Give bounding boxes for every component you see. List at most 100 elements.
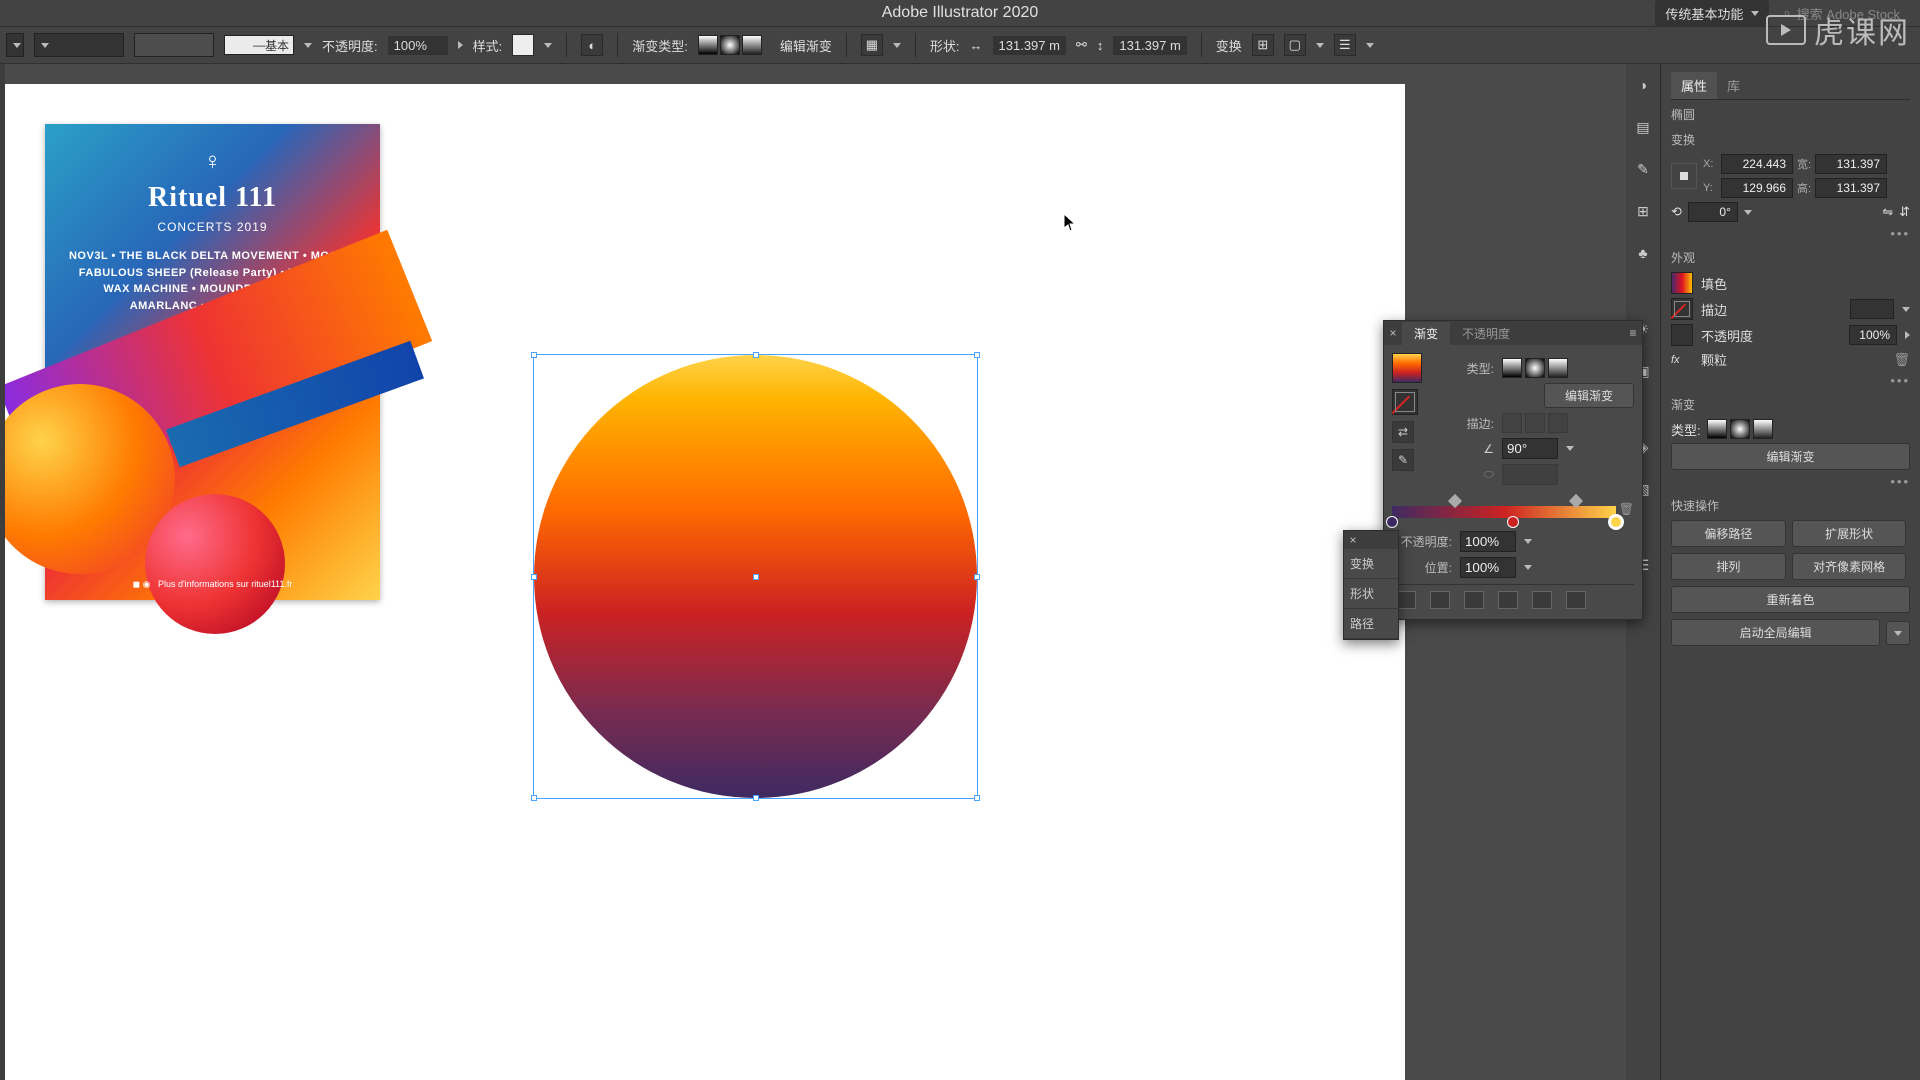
panel-menu-icon[interactable]: ≡ bbox=[1624, 326, 1642, 340]
more-options-button[interactable]: ☰ bbox=[1334, 34, 1356, 56]
gradient-radial-button[interactable] bbox=[1730, 419, 1750, 439]
shape-height-input[interactable]: 131.397 m bbox=[1113, 36, 1186, 55]
stop-location-input[interactable] bbox=[1460, 557, 1516, 578]
rotate-input[interactable] bbox=[1688, 202, 1738, 222]
edit-gradient-button[interactable]: 编辑渐变 bbox=[1544, 383, 1634, 408]
gradient-freeform-button[interactable] bbox=[742, 35, 762, 55]
opacity-input[interactable] bbox=[1849, 325, 1897, 345]
gradient-type-label: 类型: bbox=[1671, 420, 1701, 439]
pathfinder-divide-icon[interactable] bbox=[1532, 591, 1552, 609]
effect-name[interactable]: 颗粒 bbox=[1701, 350, 1885, 369]
gradient-linear-button[interactable] bbox=[1502, 358, 1522, 378]
x-input[interactable] bbox=[1721, 154, 1793, 174]
edit-gradient-link[interactable]: 编辑渐变 bbox=[780, 36, 832, 55]
pathfinder-exclude-icon[interactable] bbox=[1498, 591, 1518, 609]
align-pixel-button[interactable]: 对齐像素网格 bbox=[1792, 553, 1907, 580]
color-picker[interactable] bbox=[134, 33, 214, 57]
anchor-picker[interactable] bbox=[6, 33, 24, 57]
global-edit-button[interactable]: 启动全局编辑 bbox=[1671, 619, 1880, 646]
gradient-panel[interactable]: × 渐变 不透明度 ≡ ⇄ ✎ 类型: bbox=[1383, 320, 1643, 620]
gradient-freeform-button[interactable] bbox=[1753, 419, 1773, 439]
fill-swatch[interactable] bbox=[1671, 272, 1693, 294]
y-label: Y: bbox=[1703, 182, 1717, 194]
transform-link[interactable]: 变换 bbox=[1216, 36, 1242, 55]
font-picker[interactable] bbox=[34, 33, 124, 57]
close-icon[interactable]: × bbox=[1384, 326, 1402, 340]
trash-icon[interactable]: 🗑 bbox=[1893, 352, 1910, 368]
selection-bounding-box[interactable] bbox=[533, 354, 978, 799]
more-options-icon[interactable]: ••• bbox=[1671, 474, 1910, 489]
mini-panel-item[interactable]: 形状 bbox=[1344, 579, 1398, 609]
gradient-radial-button[interactable] bbox=[720, 35, 740, 55]
tab-gradient[interactable]: 渐变 bbox=[1402, 322, 1450, 345]
section-gradient-title: 渐变 bbox=[1671, 396, 1910, 413]
angle-input[interactable] bbox=[1502, 438, 1558, 459]
mini-transform-panel[interactable]: × 变换 形状 路径 bbox=[1343, 530, 1399, 640]
stroke-style-picker[interactable]: — 基本 bbox=[224, 35, 294, 55]
h-input[interactable] bbox=[1815, 178, 1887, 198]
graphic-styles-icon[interactable]: ♣ bbox=[1632, 242, 1654, 264]
global-edit-options[interactable] bbox=[1886, 621, 1910, 645]
angle-icon: ∠ bbox=[1434, 442, 1494, 456]
opacity-input[interactable]: 100% bbox=[388, 36, 448, 55]
eyedropper-icon[interactable]: ✎ bbox=[1392, 449, 1414, 471]
y-input[interactable] bbox=[1721, 178, 1793, 198]
gradient-stop[interactable] bbox=[1386, 516, 1398, 528]
pathfinder-trim-icon[interactable] bbox=[1566, 591, 1586, 609]
arrange-button[interactable]: 排列 bbox=[1671, 553, 1786, 580]
gradient-linear-button[interactable] bbox=[1707, 419, 1727, 439]
link-icon[interactable]: ⚯ bbox=[1076, 37, 1087, 53]
gradient-stop-selected[interactable] bbox=[1610, 516, 1622, 528]
search-stock[interactable]: ⌕ 搜索 Adobe Stock bbox=[1783, 4, 1900, 23]
flip-vertical-button[interactable]: ⇵ bbox=[1899, 204, 1910, 220]
shape-width-input[interactable]: 131.397 m bbox=[993, 36, 1066, 55]
reverse-gradient-button[interactable]: ⇄ bbox=[1392, 421, 1414, 443]
pathfinder-minus-icon[interactable] bbox=[1430, 591, 1450, 609]
stroke-none-swatch[interactable] bbox=[1392, 389, 1418, 415]
reference-point-picker[interactable] bbox=[1671, 163, 1697, 189]
gradient-freeform-button[interactable] bbox=[1548, 358, 1568, 378]
expand-shape-button[interactable]: 扩展形状 bbox=[1792, 520, 1907, 547]
more-options-icon[interactable]: ••• bbox=[1671, 226, 1910, 241]
workspace-switcher[interactable]: 传统基本功能 bbox=[1655, 0, 1769, 27]
stroke-weight-input[interactable] bbox=[1850, 299, 1894, 319]
edit-gradient-button[interactable]: 编辑渐变 bbox=[1671, 443, 1910, 470]
close-icon[interactable]: × bbox=[1344, 533, 1362, 547]
symbols-panel-icon[interactable]: ⊞ bbox=[1632, 200, 1654, 222]
flip-horizontal-button[interactable]: ⇋ bbox=[1882, 204, 1893, 220]
gradient-slider[interactable]: 🗑 bbox=[1392, 496, 1634, 526]
mini-panel-item[interactable]: 路径 bbox=[1344, 609, 1398, 639]
more-options-icon[interactable]: ••• bbox=[1671, 373, 1910, 388]
pathfinder-intersect-icon[interactable] bbox=[1464, 591, 1484, 609]
align-button[interactable]: ▦ bbox=[861, 34, 883, 56]
recolor-button[interactable]: 重新着色 bbox=[1671, 586, 1910, 613]
tab-library[interactable]: 库 bbox=[1717, 72, 1750, 99]
stroke-along-button bbox=[1525, 413, 1545, 433]
style-swatch[interactable] bbox=[512, 34, 534, 56]
gradient-stop[interactable] bbox=[1507, 516, 1519, 528]
chevron-down-icon bbox=[41, 43, 49, 48]
delete-stop-icon[interactable]: 🗑 bbox=[1619, 502, 1634, 516]
tab-properties[interactable]: 属性 bbox=[1671, 72, 1717, 99]
isolate-button[interactable]: ⊞ bbox=[1252, 34, 1274, 56]
aspect-input bbox=[1502, 464, 1558, 485]
gradient-preview-swatch[interactable] bbox=[1392, 353, 1422, 383]
clip-button[interactable]: ▢ bbox=[1284, 34, 1306, 56]
stop-opacity-input[interactable] bbox=[1460, 531, 1516, 552]
brushes-panel-icon[interactable]: ✎ bbox=[1632, 158, 1654, 180]
pathfinder-unite-icon[interactable] bbox=[1396, 591, 1416, 609]
w-input[interactable] bbox=[1815, 154, 1887, 174]
gradient-linear-button[interactable] bbox=[698, 35, 718, 55]
fx-icon: fx bbox=[1671, 354, 1693, 366]
opacity-swatch[interactable] bbox=[1671, 324, 1693, 346]
stroke-gradient-label: 描边: bbox=[1434, 415, 1494, 432]
stroke-swatch[interactable] bbox=[1671, 298, 1693, 320]
offset-path-button[interactable]: 偏移路径 bbox=[1671, 520, 1786, 547]
color-panel-icon[interactable]: ◑ bbox=[1632, 74, 1654, 96]
mini-panel-item[interactable]: 变换 bbox=[1344, 549, 1398, 579]
chevron-down-icon bbox=[1524, 565, 1532, 570]
tab-transparency[interactable]: 不透明度 bbox=[1450, 322, 1522, 345]
swatches-panel-icon[interactable]: ▤ bbox=[1632, 116, 1654, 138]
recolor-artwork-button[interactable]: ◐ bbox=[581, 34, 603, 56]
gradient-radial-button[interactable] bbox=[1525, 358, 1545, 378]
